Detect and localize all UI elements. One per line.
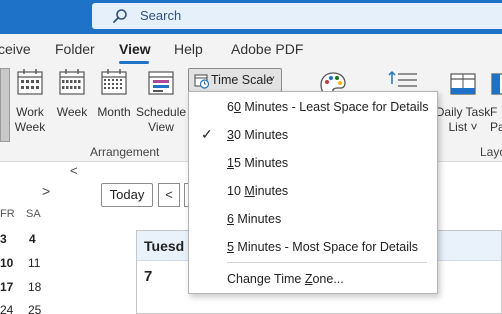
menu-item-text: 10 [227, 184, 245, 198]
mini-cal-date[interactable]: 3 [0, 232, 7, 246]
mini-cal-date[interactable]: 18 [28, 280, 41, 294]
calendar-work-week-icon [17, 69, 43, 95]
calendar-prev-button[interactable]: < [158, 183, 180, 207]
menu-item-30-minutes[interactable]: ✓ 30 Minutes [189, 124, 437, 148]
month-button[interactable]: Month [95, 68, 133, 120]
menu-item-15-minutes[interactable]: 15 Minutes [189, 152, 437, 176]
tab-help[interactable]: Help [174, 41, 203, 57]
calendar-week-icon [59, 69, 85, 95]
time-scale-button[interactable]: Time Scale ˅ [188, 68, 282, 92]
menu-item-6-minutes[interactable]: 6 Minutes [189, 208, 437, 232]
menu-item-text: 0 Minutes [233, 128, 289, 142]
mini-cal-date[interactable]: 17 [0, 280, 13, 294]
access-key: 0 [233, 100, 241, 114]
chevron-down-icon: ˅ [269, 74, 275, 85]
day-view-button[interactable] [0, 68, 10, 142]
collapse-pane-icon[interactable]: < [70, 163, 78, 178]
month-label: Month [97, 105, 131, 119]
mini-cal-date[interactable]: 25 [28, 303, 41, 314]
menu-item-text: Change Time [227, 272, 305, 286]
menu-item-text: 6 [227, 100, 234, 114]
mini-calendar-next-icon[interactable]: > [42, 183, 50, 199]
menu-item-text: Minutes - Most Space for Details [233, 240, 419, 254]
schedule-view-button[interactable]: Schedule View [136, 68, 186, 135]
ribbon-tabs: ceive Folder View Help Adobe PDF [0, 34, 502, 64]
schedule-view-icon [148, 71, 174, 95]
work-week-button[interactable]: Work Week [12, 68, 48, 135]
layout-group-label: Layo [480, 145, 502, 159]
tab-view[interactable]: View [119, 41, 151, 57]
menu-item-10-minutes[interactable]: 10 Minutes [189, 180, 437, 204]
today-button[interactable]: Today [101, 183, 153, 207]
menu-item-text: inutes [254, 184, 289, 198]
menu-item-text: Minutes - Least Space for Details [240, 100, 429, 114]
tab-folder[interactable]: Folder [55, 41, 95, 57]
work-week-label-1: Work [16, 105, 44, 119]
title-bar: Search [0, 0, 502, 34]
mini-cal-header-sa: SA [26, 208, 41, 220]
menu-item-text: one... [312, 272, 344, 286]
schedule-view-label-1: Schedule [136, 105, 187, 119]
folder-pane-button[interactable]: F Pa [490, 68, 502, 135]
menu-item-text: 5 Minutes [233, 156, 289, 170]
tab-adobe-pdf[interactable]: Adobe PDF [231, 41, 303, 57]
daily-task-list-label-2: List ˅ [448, 120, 478, 134]
tab-receive[interactable]: ceive [0, 41, 31, 57]
menu-item-5-minutes[interactable]: 5 Minutes - Most Space for Details [189, 236, 437, 260]
search-icon [113, 9, 127, 23]
clock-calendar-icon [194, 74, 210, 89]
access-key: 6 [227, 212, 234, 226]
daily-task-list-button[interactable]: Daily Task List ˅ [434, 68, 492, 135]
access-key: 3 [227, 128, 234, 142]
search-label: Search [140, 8, 182, 23]
daily-task-list-label-1: Daily Task [435, 105, 491, 119]
access-key: 5 [227, 240, 234, 254]
search-box[interactable]: Search [92, 3, 502, 29]
menu-separator [227, 262, 427, 263]
mini-cal-date[interactable]: 11 [28, 256, 40, 270]
calendar-day-number: 7 [144, 268, 153, 285]
mini-cal-date[interactable]: 4 [29, 232, 36, 246]
daily-task-list-icon [450, 73, 476, 95]
mini-cal-date[interactable]: 10 [0, 256, 13, 270]
check-icon: ✓ [201, 126, 213, 142]
menu-item-60-minutes[interactable]: 60 Minutes - Least Space for Details [189, 96, 437, 120]
calendar-day-name: Tuesd [144, 238, 185, 254]
arrangement-group-label: Arrangement [90, 145, 160, 159]
mini-cal-header-fr: FR [0, 208, 15, 220]
folder-pane-label-1: F [490, 105, 498, 119]
menu-item-change-time-zone[interactable]: Change Time Zone... [189, 268, 437, 292]
mini-cal-date[interactable]: 24 [0, 303, 13, 314]
calendar-month-icon [101, 69, 127, 95]
outlook-window: { "search": { "label": "Search" }, "menu… [0, 0, 502, 314]
access-key: M [244, 184, 255, 198]
folder-pane-icon [491, 73, 502, 95]
access-key: 1 [227, 156, 234, 170]
schedule-view-label-2: View [148, 120, 174, 134]
time-scale-menu: 60 Minutes - Least Space for Details ✓ 3… [188, 91, 438, 294]
work-week-label-2: Week [14, 120, 46, 134]
menu-item-text: Minutes [233, 212, 282, 226]
folder-pane-label-2: Pa [490, 120, 502, 134]
time-scale-label: Time Scale [211, 73, 274, 87]
week-label: Week [56, 105, 88, 119]
week-button[interactable]: Week [55, 68, 89, 120]
